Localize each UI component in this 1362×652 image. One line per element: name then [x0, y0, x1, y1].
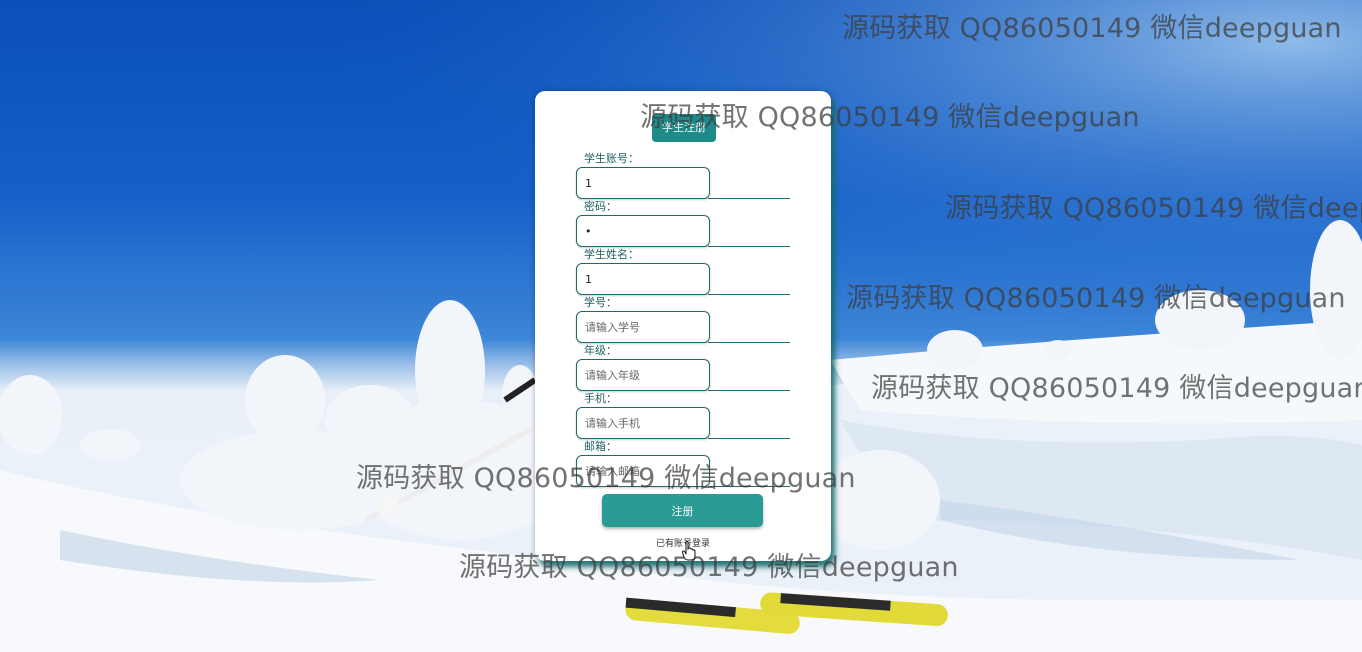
field-divider	[708, 246, 790, 247]
account-input[interactable]	[576, 167, 710, 199]
field-account: 学生账号：	[576, 152, 791, 200]
field-divider	[708, 294, 790, 295]
register-card: 学生注册 学生账号： 密码： 学生姓名： 学号： 年级： 手机：	[535, 91, 831, 561]
field-student-name: 学生姓名：	[576, 248, 791, 296]
field-password: 密码：	[576, 200, 791, 248]
password-label: 密码：	[584, 200, 617, 213]
field-phone: 手机：	[576, 392, 791, 440]
form-title: 学生注册	[652, 114, 716, 142]
email-input[interactable]	[576, 455, 710, 487]
phone-input[interactable]	[576, 407, 710, 439]
grade-input[interactable]	[576, 359, 710, 391]
grade-label: 年级：	[584, 344, 617, 357]
page-background: 学生注册 学生账号： 密码： 学生姓名： 学号： 年级： 手机：	[0, 0, 1362, 652]
hand-pointer-icon	[682, 541, 696, 561]
email-label: 邮箱：	[584, 440, 617, 453]
student-id-label: 学号：	[584, 296, 617, 309]
password-input[interactable]	[576, 215, 710, 247]
field-divider	[708, 342, 790, 343]
phone-label: 手机：	[584, 392, 617, 405]
account-label: 学生账号：	[584, 152, 639, 165]
field-divider	[708, 438, 790, 439]
field-grade: 年级：	[576, 344, 791, 392]
student-name-input[interactable]	[576, 263, 710, 295]
register-button[interactable]: 注册	[602, 494, 763, 527]
field-divider	[708, 198, 790, 199]
student-id-input[interactable]	[576, 311, 710, 343]
field-divider	[708, 486, 790, 487]
field-student-id: 学号：	[576, 296, 791, 344]
student-name-label: 学生姓名：	[584, 248, 639, 261]
field-divider	[708, 390, 790, 391]
field-email: 邮箱：	[576, 440, 791, 488]
